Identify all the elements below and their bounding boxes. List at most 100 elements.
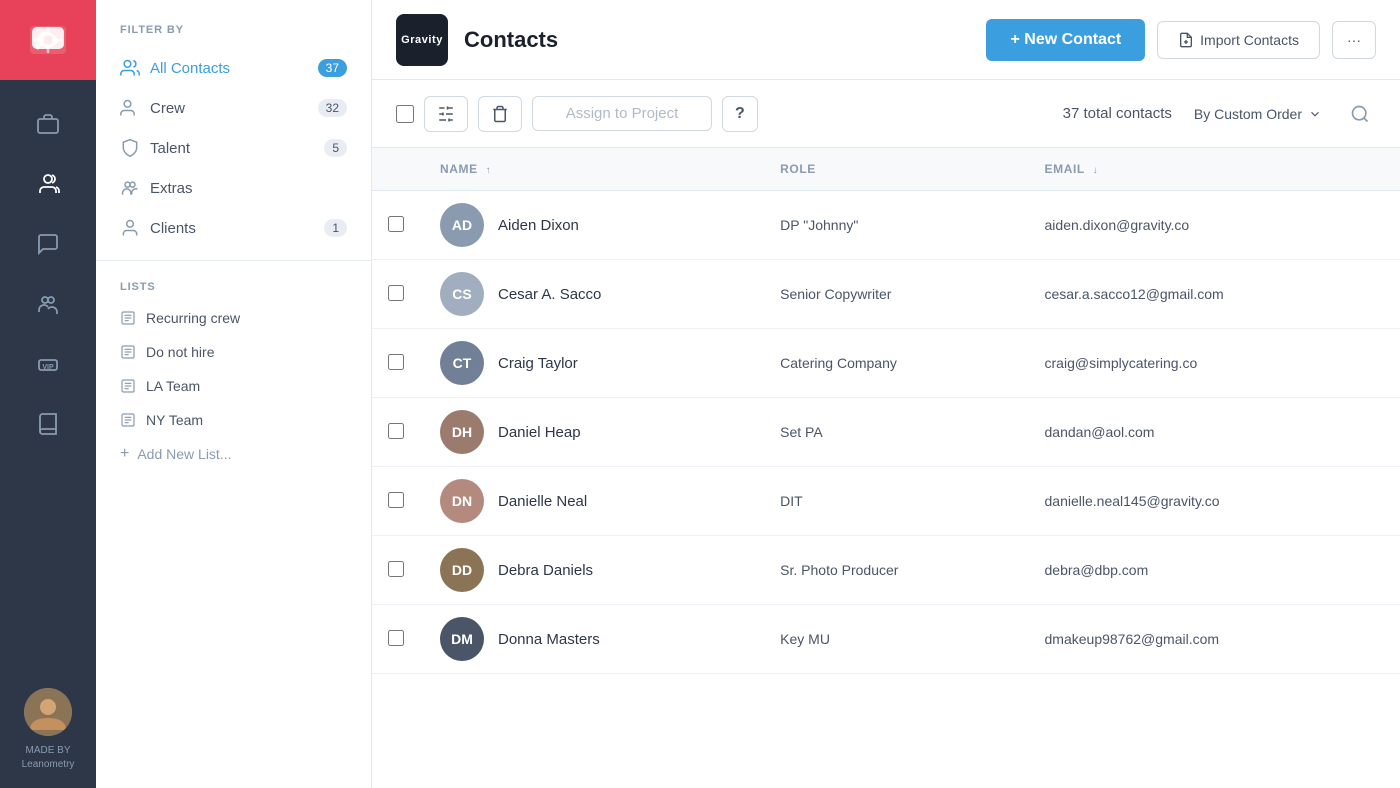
list-icon-ny-team (120, 412, 136, 428)
add-list-plus-icon: + (120, 445, 129, 463)
chat-icon[interactable] (0, 216, 96, 272)
contacts-table: NAME ROLE EMAIL AD Aiden Dixon DP "Johnn (372, 148, 1400, 674)
row-checkbox[interactable] (388, 285, 404, 301)
list-icon-do-not-hire (120, 344, 136, 360)
assign-to-project-button[interactable]: Assign to Project (532, 96, 712, 131)
contact-cell: DN Danielle Neal (440, 479, 748, 523)
contact-role-text: DP "Johnny" (780, 217, 858, 233)
contact-role-cell: Catering Company (764, 329, 1028, 398)
question-mark-button[interactable]: ? (722, 96, 758, 132)
col-header-role[interactable]: ROLE (764, 148, 1028, 191)
row-checkbox[interactable] (388, 492, 404, 508)
contact-role-cell: DP "Johnny" (764, 191, 1028, 260)
contact-name-text[interactable]: Debra Daniels (498, 562, 593, 579)
recurring-crew-label: Recurring crew (146, 310, 240, 326)
import-label: Import Contacts (1200, 32, 1299, 48)
col-header-name[interactable]: NAME (424, 148, 764, 191)
all-contacts-label: All Contacts (150, 60, 318, 77)
contact-role-cell: Set PA (764, 398, 1028, 467)
briefcase-icon[interactable] (0, 96, 96, 152)
all-contacts-badge: 37 (318, 59, 347, 77)
row-checkbox[interactable] (388, 630, 404, 646)
chevron-down-icon (1308, 107, 1322, 121)
svg-text:VIP: VIP (42, 364, 54, 371)
list-item-recurring-crew[interactable]: Recurring crew (96, 301, 371, 335)
delete-button[interactable] (478, 96, 522, 132)
contact-email-cell: dandan@aol.com (1029, 398, 1400, 467)
contact-name-cell: CT Craig Taylor (424, 329, 764, 398)
new-contact-button[interactable]: + New Contact (986, 19, 1145, 61)
contact-avatar: CT (440, 341, 484, 385)
top-header: Gravity Contacts + New Contact Import Co… (372, 0, 1400, 80)
vip-icon[interactable]: VIP (0, 336, 96, 392)
filter-button[interactable] (424, 96, 468, 132)
extras-icon (120, 178, 140, 198)
clients-icon (120, 218, 140, 238)
contact-name-cell: DH Daniel Heap (424, 398, 764, 467)
contact-email-text: dmakeup98762@gmail.com (1045, 631, 1220, 647)
more-button[interactable]: ··· (1332, 21, 1376, 59)
select-all-checkbox[interactable] (396, 105, 414, 123)
contact-cell: CT Craig Taylor (440, 341, 748, 385)
contact-email-text: craig@simplycatering.co (1045, 355, 1198, 371)
filter-label: FILTER BY (96, 24, 371, 48)
contact-avatar: DM (440, 617, 484, 661)
sidebar-item-talent[interactable]: Talent 5 (96, 128, 371, 168)
do-not-hire-label: Do not hire (146, 344, 214, 360)
contact-avatar: DH (440, 410, 484, 454)
book-icon[interactable] (0, 396, 96, 452)
name-sort-icon (486, 165, 492, 176)
team-icon[interactable] (0, 276, 96, 332)
search-icon (1350, 104, 1370, 124)
crew-label: Crew (150, 100, 318, 117)
avatar[interactable] (24, 688, 72, 736)
list-item-la-team[interactable]: LA Team (96, 369, 371, 403)
row-checkbox[interactable] (388, 561, 404, 577)
contact-cell: CS Cesar A. Sacco (440, 272, 748, 316)
contacts-icon[interactable] (0, 156, 96, 212)
la-team-label: LA Team (146, 378, 200, 394)
contact-role-text: Key MU (780, 631, 830, 647)
gravity-logo: Gravity (396, 14, 448, 66)
contact-email-text: cesar.a.sacco12@gmail.com (1045, 286, 1224, 302)
table-row: DN Danielle Neal DITdanielle.neal145@gra… (372, 467, 1400, 536)
row-checkbox[interactable] (388, 216, 404, 232)
contact-name-text[interactable]: Cesar A. Sacco (498, 286, 601, 303)
sort-dropdown[interactable]: By Custom Order (1182, 100, 1334, 128)
sidebar-item-crew[interactable]: Crew 32 (96, 88, 371, 128)
contact-cell: DD Debra Daniels (440, 548, 748, 592)
contact-name-text[interactable]: Donna Masters (498, 631, 600, 648)
contacts-table-container: NAME ROLE EMAIL AD Aiden Dixon DP "Johnn (372, 148, 1400, 788)
list-item-do-not-hire[interactable]: Do not hire (96, 335, 371, 369)
contact-name-text[interactable]: Craig Taylor (498, 355, 578, 372)
sidebar-item-clients[interactable]: Clients 1 (96, 208, 371, 248)
icon-bar: VIP MADE BY Leanometry (0, 0, 96, 788)
add-list-button[interactable]: + Add New List... (96, 437, 371, 471)
contact-email-text: danielle.neal145@gravity.co (1045, 493, 1220, 509)
col-header-email[interactable]: EMAIL (1029, 148, 1400, 191)
import-contacts-button[interactable]: Import Contacts (1157, 21, 1320, 59)
row-checkbox[interactable] (388, 423, 404, 439)
toolbar: Assign to Project ? 37 total contacts By… (372, 80, 1400, 148)
contact-cell: DM Donna Masters (440, 617, 748, 661)
crew-badge: 32 (318, 99, 347, 117)
contact-name-text[interactable]: Daniel Heap (498, 424, 581, 441)
contact-cell: DH Daniel Heap (440, 410, 748, 454)
row-checkbox[interactable] (388, 354, 404, 370)
sort-label: By Custom Order (1194, 106, 1302, 122)
contact-role-text: Sr. Photo Producer (780, 562, 898, 578)
sidebar-item-extras[interactable]: Extras (96, 168, 371, 208)
clients-label: Clients (150, 220, 324, 237)
contact-role-text: Set PA (780, 424, 823, 440)
contact-name-cell: DD Debra Daniels (424, 536, 764, 605)
contact-name-text[interactable]: Danielle Neal (498, 493, 587, 510)
contact-name-cell: DN Danielle Neal (424, 467, 764, 536)
made-by-label: MADE BY Leanometry (22, 744, 75, 772)
contact-name-cell: AD Aiden Dixon (424, 191, 764, 260)
list-item-ny-team[interactable]: NY Team (96, 403, 371, 437)
search-button[interactable] (1344, 98, 1376, 130)
app-logo[interactable] (0, 0, 96, 80)
nav-icons: VIP (0, 80, 96, 688)
contact-name-text[interactable]: Aiden Dixon (498, 217, 579, 234)
sidebar-item-all-contacts[interactable]: All Contacts 37 (96, 48, 371, 88)
